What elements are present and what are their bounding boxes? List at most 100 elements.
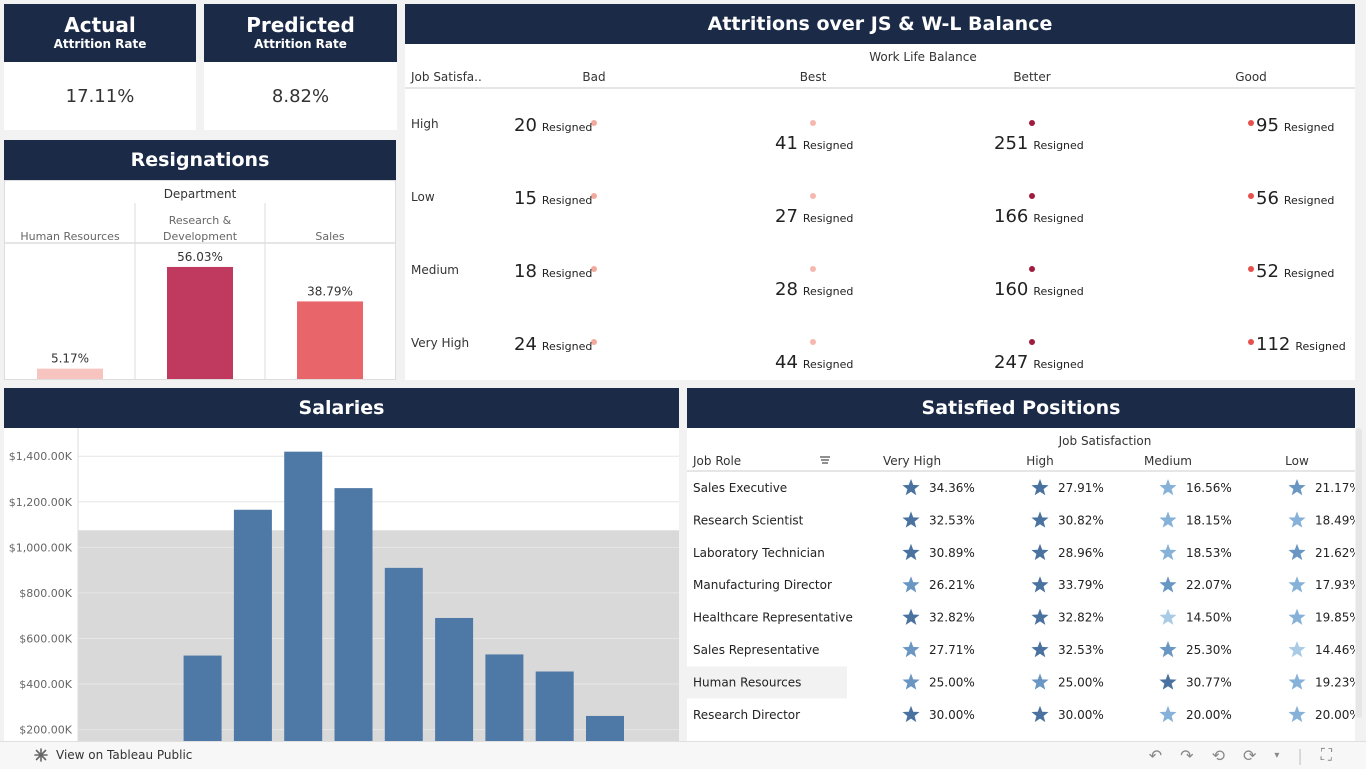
- star-icon-4-0: [902, 608, 920, 625]
- column-label-3: Low: [1285, 454, 1309, 468]
- job-satisfaction-header: Job Satisfaction: [1058, 434, 1152, 448]
- salaries-header: Salaries: [4, 388, 679, 428]
- value-label-2-2: 160 Resigned: [994, 279, 1084, 300]
- star-icon-4-1: [1031, 608, 1049, 625]
- value-label-0-1: 41 Resigned: [775, 133, 853, 154]
- star-icon-6-2: [1159, 673, 1177, 690]
- dot-1-3: [1248, 193, 1254, 199]
- role-label-0: Sales Executive: [693, 481, 787, 495]
- fullscreen-icon[interactable]: ⛶: [1321, 745, 1332, 765]
- kpi-actual-header: Actual Attrition Rate: [4, 4, 196, 62]
- role-label-1: Research Scientist: [693, 513, 804, 527]
- kpi-predicted-title: Predicted: [246, 13, 355, 37]
- column-label-3: Good: [1235, 70, 1267, 84]
- value-label-2-0: 18 Resigned: [514, 261, 592, 282]
- reference-band: [78, 530, 679, 741]
- value-6-0: 25.00%: [929, 675, 975, 689]
- value-6-1: 25.00%: [1058, 675, 1104, 689]
- star-icon-5-3: [1288, 641, 1306, 658]
- value-label-3-1: 44 Resigned: [775, 352, 853, 373]
- y-tick-4: $1,000.00K: [9, 541, 73, 554]
- star-icon-5-1: [1031, 641, 1049, 658]
- value-label-2-1: 28 Resigned: [775, 279, 853, 300]
- dot-1-2: [1029, 193, 1035, 199]
- tableau-logo-icon: [34, 748, 48, 762]
- chevron-down-icon[interactable]: ▾: [1274, 750, 1279, 761]
- kpi-actual-title: Actual: [64, 13, 136, 37]
- job-satisfaction-header: Job Satisfa..: [410, 70, 482, 84]
- revert-icon[interactable]: ⟲: [1212, 746, 1225, 765]
- kpi-predicted-body: 8.82%: [204, 62, 397, 130]
- y-tick-2: $600.00K: [19, 632, 72, 645]
- value-label-1-0: 15 Resigned: [514, 188, 592, 209]
- category-label-0: Human Resources: [20, 230, 120, 243]
- dot-2-1: [810, 266, 816, 272]
- refresh-icon[interactable]: ⟳: [1243, 746, 1256, 765]
- star-icon-6-3: [1288, 673, 1306, 690]
- value-4-3: 19.85%: [1315, 611, 1355, 625]
- satisfied-title: Satisfied Positions: [921, 397, 1121, 419]
- dot-3-2: [1029, 339, 1035, 345]
- dot-0-3: [1248, 120, 1254, 126]
- salary-bar-4: [284, 451, 323, 741]
- bar-1: [167, 266, 233, 379]
- star-icon-3-0: [902, 576, 920, 593]
- category-label-1: Research & Development: [163, 214, 238, 243]
- value-6-3: 19.23%: [1315, 675, 1355, 689]
- star-icon-4-2: [1159, 608, 1177, 625]
- salary-bar-5: [334, 488, 373, 741]
- y-tick-0: $200.00K: [19, 724, 72, 737]
- value-2-3: 21.62%: [1315, 546, 1355, 560]
- star-icon-1-0: [902, 511, 920, 528]
- row-label-2: Medium: [411, 263, 459, 277]
- value-1-1: 30.82%: [1058, 513, 1104, 527]
- department-header: Department: [164, 187, 237, 201]
- salary-bar-3: [233, 509, 272, 741]
- value-label-0-0: 20 Resigned: [514, 115, 592, 136]
- scrollbar[interactable]: [1356, 428, 1362, 718]
- kpi-actual-value: 17.11%: [65, 85, 135, 107]
- row-label-1: Low: [411, 190, 435, 204]
- salary-bar-8: [485, 654, 524, 741]
- value-5-2: 25.30%: [1186, 643, 1232, 657]
- attritions-chart: Work Life Balance Job Satisfa.. Bad Best Bet…: [405, 50, 1355, 373]
- value-label-0-2: 251 Resigned: [994, 133, 1084, 154]
- attritions-title: Attritions over JS & W-L Balance: [707, 13, 1053, 35]
- value-label-0-3: 95 Resigned: [1256, 115, 1334, 136]
- value-3-0: 26.21%: [929, 578, 975, 592]
- kpi-predicted-header: Predicted Attrition Rate: [204, 4, 397, 62]
- value-0-0: 34.36%: [929, 481, 975, 495]
- value-1-0: 32.53%: [929, 513, 975, 527]
- role-label-3: Manufacturing Director: [693, 578, 832, 592]
- undo-icon[interactable]: ↶: [1149, 746, 1162, 765]
- view-on-tableau-label: View on Tableau Public: [56, 748, 193, 762]
- star-icon-2-0: [902, 543, 920, 561]
- column-label-0: Bad: [582, 70, 605, 84]
- star-icon-7-2: [1159, 705, 1177, 723]
- role-label-5: Sales Representative: [693, 643, 819, 657]
- salary-bar-6: [384, 567, 423, 741]
- star-icon-2-3: [1288, 543, 1306, 561]
- star-icon-3-3: [1288, 576, 1306, 593]
- column-label-0: Very High: [883, 454, 941, 468]
- value-3-3: 17.93%: [1315, 578, 1355, 592]
- value-7-0: 30.00%: [929, 708, 975, 722]
- footer-toolbar: View on Tableau Public ↶ ↷ ⟲ ⟳ ▾ | ⛶: [0, 741, 1366, 769]
- role-label-4: Healthcare Representative: [693, 611, 853, 625]
- satisfied-table: Job Satisfaction Job Role Very High High Med…: [687, 434, 1355, 723]
- view-on-tableau-link[interactable]: View on Tableau Public: [33, 747, 192, 763]
- resignations-header: Resignations: [4, 140, 396, 180]
- bar-label-0: 5.17%: [51, 352, 89, 366]
- y-tick-3: $800.00K: [19, 587, 72, 600]
- star-icon-5-2: [1159, 641, 1177, 658]
- kpi-actual-subtitle: Attrition Rate: [53, 37, 147, 51]
- column-label-1: Best: [800, 70, 827, 84]
- y-tick-1: $400.00K: [19, 678, 72, 691]
- satisfied-header: Satisfied Positions: [687, 388, 1355, 428]
- value-4-0: 32.82%: [929, 611, 975, 625]
- bar-2: [297, 301, 363, 379]
- value-3-1: 33.79%: [1058, 578, 1104, 592]
- value-5-1: 32.53%: [1058, 643, 1104, 657]
- star-icon-3-2: [1159, 576, 1177, 593]
- redo-icon[interactable]: ↷: [1180, 746, 1193, 765]
